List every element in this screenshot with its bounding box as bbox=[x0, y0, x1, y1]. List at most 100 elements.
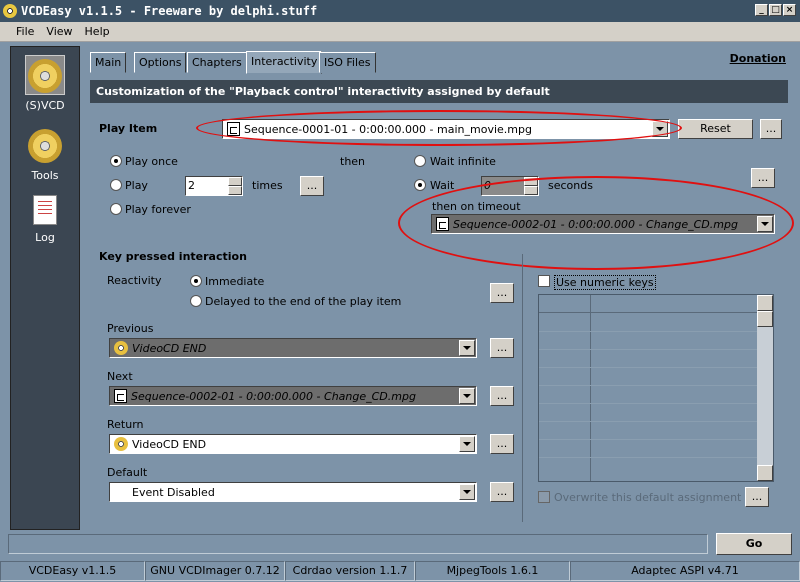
sidebar-item-label: Log bbox=[35, 231, 55, 244]
overwrite-label: Overwrite this default assignment bbox=[554, 491, 742, 504]
play-forever-radio[interactable] bbox=[110, 203, 122, 215]
chevron-down-icon[interactable] bbox=[459, 436, 475, 452]
use-numeric-checkbox[interactable] bbox=[538, 275, 550, 287]
status-cdrdao: Cdrdao version 1.1.7 bbox=[285, 561, 415, 581]
wait-radio[interactable] bbox=[414, 179, 426, 191]
sidebar-item-label: (S)VCD bbox=[25, 99, 65, 112]
previous-more-button[interactable]: ... bbox=[490, 338, 514, 358]
default-select[interactable]: Event Disabled bbox=[109, 482, 477, 502]
timeout-select[interactable]: Sequence-0002-01 - 0:00:00.000 - Change_… bbox=[431, 214, 775, 234]
scroll-up-icon[interactable] bbox=[757, 295, 773, 311]
menu-view[interactable]: View bbox=[46, 25, 72, 38]
chevron-down-icon[interactable] bbox=[459, 388, 475, 404]
sequence-icon bbox=[227, 122, 240, 136]
previous-label: Previous bbox=[107, 322, 154, 335]
then-on-timeout-label: then on timeout bbox=[432, 200, 521, 213]
sidebar: (S)VCD Tools Log bbox=[10, 46, 80, 530]
play-once-radio[interactable] bbox=[110, 155, 122, 167]
status-vcdimager: GNU VCDImager 0.7.12 bbox=[145, 561, 285, 581]
section-header: Customization of the "Playback control" … bbox=[90, 80, 788, 103]
seconds-label: seconds bbox=[548, 179, 593, 192]
previous-select[interactable]: VideoCD END bbox=[109, 338, 477, 358]
use-numeric-label: Use numeric keys bbox=[554, 275, 656, 290]
play-times-more-button[interactable]: ... bbox=[300, 176, 324, 196]
sidebar-item-tools[interactable]: Tools bbox=[11, 129, 79, 182]
minimize-button[interactable]: _ bbox=[755, 4, 768, 16]
table-row bbox=[539, 403, 758, 404]
return-more-button[interactable]: ... bbox=[490, 434, 514, 454]
maximize-button[interactable]: □ bbox=[769, 4, 782, 16]
stepper-up-icon[interactable] bbox=[524, 177, 538, 186]
default-more-button[interactable]: ... bbox=[490, 482, 514, 502]
immediate-label: Immediate bbox=[205, 275, 265, 288]
tab-interactivity[interactable]: Interactivity bbox=[246, 51, 323, 74]
close-button[interactable]: × bbox=[783, 4, 796, 16]
chevron-down-icon[interactable] bbox=[757, 216, 773, 232]
chevron-down-icon[interactable] bbox=[459, 340, 475, 356]
menu-bar: File View Help bbox=[0, 22, 800, 42]
menu-help[interactable]: Help bbox=[85, 25, 110, 38]
window-title: VCDEasy v1.1.5 - Freeware by delphi.stuf… bbox=[21, 4, 318, 18]
table-row bbox=[539, 457, 758, 458]
wait-infinite-label: Wait infinite bbox=[430, 155, 496, 168]
menu-file[interactable]: File bbox=[16, 25, 34, 38]
stepper-down-icon[interactable] bbox=[524, 186, 538, 195]
grid-column bbox=[539, 295, 591, 481]
wait-seconds-stepper[interactable]: 0 bbox=[481, 176, 539, 196]
donation-link[interactable]: Donation bbox=[730, 52, 786, 65]
sequence-icon bbox=[436, 217, 449, 231]
return-value: VideoCD END bbox=[132, 437, 207, 451]
scroll-thumb[interactable] bbox=[757, 311, 773, 327]
table-row bbox=[539, 331, 758, 332]
table-row bbox=[539, 349, 758, 350]
play-item-select[interactable]: Sequence-0001-01 - 0:00:00.000 - main_mo… bbox=[222, 119, 670, 139]
play-times-stepper[interactable]: 2 bbox=[185, 176, 243, 196]
status-vcdeasy: VCDEasy v1.1.5 bbox=[0, 561, 145, 581]
reactivity-more-button[interactable]: ... bbox=[490, 283, 514, 303]
svcd-disc-icon bbox=[28, 59, 62, 93]
sequence-icon bbox=[114, 389, 127, 403]
next-label: Next bbox=[107, 370, 133, 383]
key-pressed-title: Key pressed interaction bbox=[99, 250, 247, 263]
tab-options[interactable]: Options bbox=[134, 52, 187, 73]
play-radio[interactable] bbox=[110, 179, 122, 191]
next-more-button[interactable]: ... bbox=[490, 386, 514, 406]
then-label: then bbox=[340, 155, 366, 168]
return-label: Return bbox=[107, 418, 144, 431]
go-button[interactable]: Go bbox=[716, 533, 792, 555]
tab-main[interactable]: Main bbox=[90, 52, 127, 73]
play-item-value: Sequence-0001-01 - 0:00:00.000 - main_mo… bbox=[244, 122, 532, 136]
wait-label: Wait bbox=[430, 179, 455, 192]
play-item-more-button[interactable]: ... bbox=[760, 119, 782, 139]
play-label: Play bbox=[125, 179, 148, 192]
tab-iso-files[interactable]: ISO Files bbox=[319, 52, 376, 73]
immediate-radio[interactable] bbox=[190, 275, 202, 287]
stepper-up-icon[interactable] bbox=[228, 177, 242, 186]
reset-button[interactable]: Reset bbox=[678, 119, 753, 139]
wait-infinite-radio[interactable] bbox=[414, 155, 426, 167]
next-select[interactable]: Sequence-0002-01 - 0:00:00.000 - Change_… bbox=[109, 386, 477, 406]
delayed-label: Delayed to the end of the play item bbox=[205, 295, 402, 308]
delayed-radio[interactable] bbox=[190, 295, 202, 307]
tab-chapters[interactable]: Chapters bbox=[187, 52, 247, 73]
chevron-down-icon[interactable] bbox=[459, 484, 475, 500]
return-select[interactable]: VideoCD END bbox=[109, 434, 477, 454]
wait-seconds-value: 0 bbox=[482, 177, 524, 195]
default-value: Event Disabled bbox=[132, 485, 215, 499]
scroll-down-icon[interactable] bbox=[757, 465, 773, 481]
title-bar[interactable]: VCDEasy v1.1.5 - Freeware by delphi.stuf… bbox=[0, 0, 800, 22]
sidebar-item-svcd[interactable]: (S)VCD bbox=[11, 59, 79, 112]
numeric-keys-grid[interactable] bbox=[538, 294, 774, 482]
stepper-down-icon[interactable] bbox=[228, 186, 242, 195]
overwrite-checkbox[interactable] bbox=[538, 491, 550, 503]
sidebar-item-log[interactable]: Log bbox=[11, 195, 79, 244]
overwrite-more-button[interactable]: ... bbox=[745, 487, 769, 507]
table-row bbox=[539, 439, 758, 440]
log-document-icon bbox=[33, 195, 57, 225]
status-aspi: Adaptec ASPI v4.71 bbox=[570, 561, 800, 581]
grid-scrollbar[interactable] bbox=[757, 295, 773, 481]
wait-more-button[interactable]: ... bbox=[751, 168, 775, 188]
default-label: Default bbox=[107, 466, 148, 479]
chevron-down-icon[interactable] bbox=[652, 121, 668, 137]
videocd-icon bbox=[114, 437, 128, 451]
